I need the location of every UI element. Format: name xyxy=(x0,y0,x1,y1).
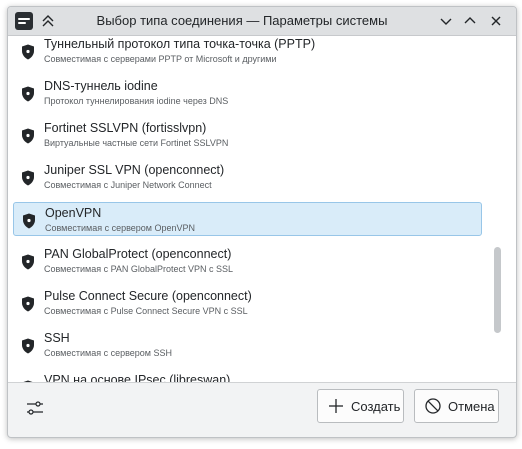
list-item-description: Совместимая с сервером OpenVPN xyxy=(45,223,196,233)
list-item-name: PAN GlobalProtect (openconnect) xyxy=(44,247,232,261)
cancel-icon xyxy=(425,398,441,414)
list-item-name: Туннельный протокол типа точка-точка (PP… xyxy=(44,37,316,51)
connection-type-list[interactable]: Туннельный протокол типа точка-точка (PP… xyxy=(8,36,516,382)
list-item-description: Совместимая с серверами PPTP от Microsof… xyxy=(44,54,277,64)
create-button-label: Создать xyxy=(351,398,401,414)
chevron-down-icon xyxy=(440,18,452,25)
window-title: Выбор типа соединения — Параметры систем… xyxy=(96,13,388,28)
shield-icon xyxy=(22,86,34,102)
list-item-name: Pulse Connect Secure (openconnect) xyxy=(44,289,252,303)
list-item-description: Виртуальные частные сети Fortinet SSLVPN xyxy=(44,138,229,148)
list-item[interactable]: VPN на основе IPsec (libreswan) xyxy=(13,370,482,382)
list-item-name: VPN на основе IPsec (libreswan) xyxy=(44,373,231,382)
dialog-window: Выбор типа соединения — Параметры систем… xyxy=(7,6,517,438)
shield-icon xyxy=(22,44,34,60)
minimize-button[interactable] xyxy=(436,11,456,31)
list-item-description: Совместимая с Pulse Connect Secure VPN с… xyxy=(44,306,248,316)
cancel-button[interactable]: Отмена xyxy=(414,389,499,423)
settings-sliders-icon[interactable] xyxy=(24,397,46,419)
shield-icon xyxy=(22,254,34,270)
list-item[interactable]: OpenVPN Совместимая с сервером OpenVPN xyxy=(13,202,482,236)
create-button[interactable]: Создать xyxy=(317,389,404,423)
keep-above-icon[interactable] xyxy=(38,11,58,31)
list-item[interactable]: Туннельный протокол типа точка-точка (PP… xyxy=(13,36,482,68)
shield-icon xyxy=(22,170,34,186)
list-item[interactable]: Fortinet SSLVPN (fortisslvpn) Виртуальные… xyxy=(13,118,482,152)
app-menu-icon[interactable] xyxy=(15,12,33,30)
plus-icon xyxy=(329,399,343,413)
list-item[interactable]: SSH Совместимая с сервером SSH xyxy=(13,328,482,362)
list-item[interactable]: Juniper SSL VPN (openconnect) Совместимая… xyxy=(13,160,482,194)
list-item-name: SSH xyxy=(44,331,70,345)
list-item[interactable]: Pulse Connect Secure (openconnect) Совмес… xyxy=(13,286,482,320)
list-item-description: Совместимая с Juniper Network Connect xyxy=(44,180,212,190)
scrollbar-thumb[interactable] xyxy=(494,247,501,333)
list-item-name: Juniper SSL VPN (openconnect) xyxy=(44,163,225,177)
chevron-up-icon xyxy=(464,17,476,24)
shield-icon xyxy=(22,296,34,312)
list-item-description: Совместимая с PAN GlobalProtect VPN с SS… xyxy=(44,264,233,274)
close-button[interactable] xyxy=(486,11,506,31)
title-bar: Выбор типа соединения — Параметры систем… xyxy=(8,7,516,36)
maximize-button[interactable] xyxy=(460,11,480,31)
list-item-description: Протокол туннелирования iodine через DNS xyxy=(44,96,229,106)
shield-icon xyxy=(22,128,34,144)
close-icon xyxy=(491,16,501,26)
shield-icon xyxy=(23,213,35,229)
list-item-description: Совместимая с сервером SSH xyxy=(44,348,172,358)
shield-icon xyxy=(22,338,34,354)
list-item-name: OpenVPN xyxy=(45,206,102,220)
list-item[interactable]: DNS-туннель iodine Протокол туннелировани… xyxy=(13,76,482,110)
cancel-button-label: Отмена xyxy=(448,398,495,414)
list-item-name: Fortinet SSLVPN (fortisslvpn) xyxy=(44,121,207,135)
footer-divider xyxy=(8,382,516,383)
list-item[interactable]: PAN GlobalProtect (openconnect) Совместим… xyxy=(13,244,482,278)
list-item-name: DNS-туннель iodine xyxy=(44,79,158,93)
